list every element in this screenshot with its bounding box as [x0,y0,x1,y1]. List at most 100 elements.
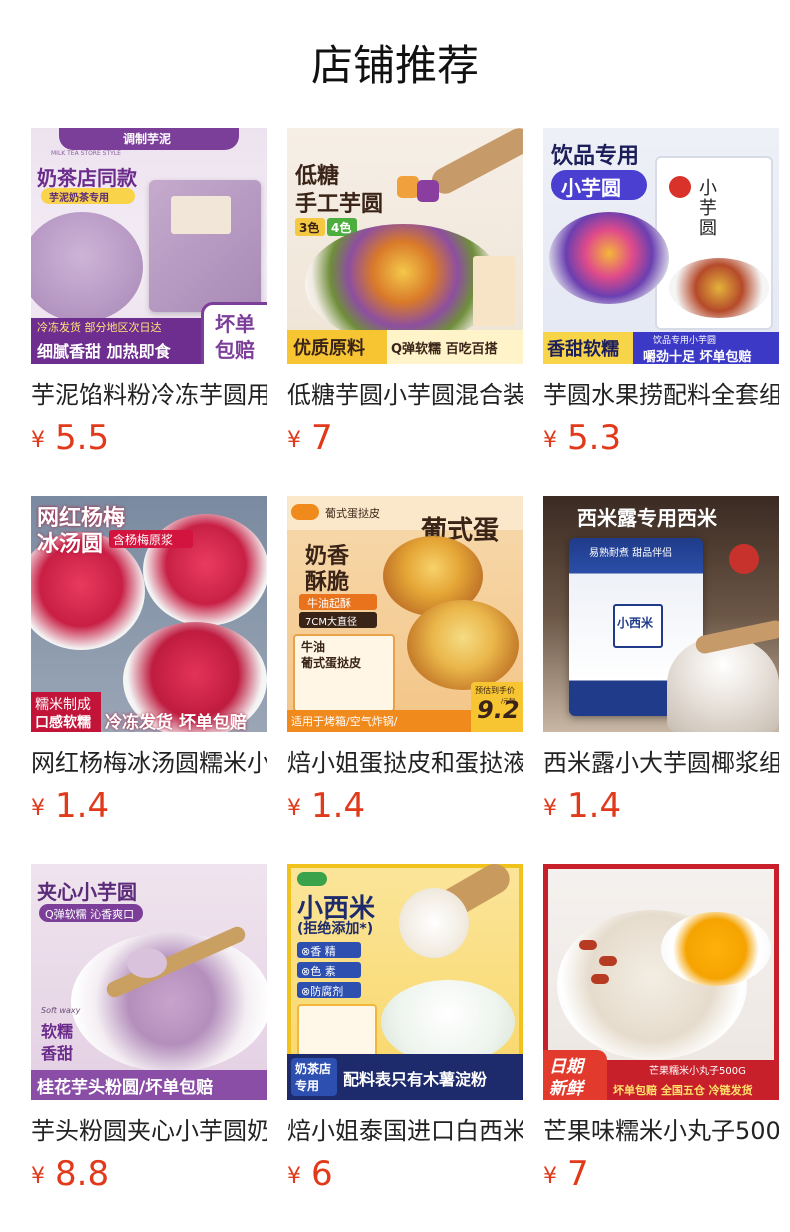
image-text: 饮品专用小芋圆 [653,336,717,346]
image-text: 7CM大直径 [305,617,357,628]
product-card[interactable]: 夹心小芋圆 Q弹软糯 沁香爽口 Soft waxy 软糯 香甜 桂花芋头粉圆/坏… [31,864,267,1196]
image-text: 葡式蛋挞皮 [301,656,362,670]
currency-symbol: ¥ [31,1164,45,1189]
image-text: MILK TEA STORE STYLE [51,150,121,157]
image-text: 芒果糯米小丸子500G [649,1066,746,1077]
image-text: Soft waxy [41,1006,81,1015]
image-text: 手工芋圆 [295,192,384,217]
image-text: 适用于烤箱/空气炸锅/ [291,715,398,728]
product-card[interactable]: 网红杨梅 冰汤圆 含杨梅原浆 糯米制成 口感软糯 冷冻发货 坏单包赔 网红杨梅冰… [31,496,267,828]
image-text: 夹心小芋圆 [37,880,137,904]
image-text: ⊗防腐剂 [301,985,344,998]
product-price: ¥6 [287,1154,333,1194]
product-price: ¥7 [287,418,333,458]
image-text: 专用 [295,1079,320,1093]
image-text: 包赔 [215,338,255,362]
product-price: ¥7 [543,1154,589,1194]
product-image[interactable]: 低糖 手工芋圆 3色 4色 优质原料 Q弹软糯 百吃百搭 [287,128,523,364]
product-image[interactable]: 西米露专用西米 易熟耐煮 甜品伴侣 小西米 [543,496,779,732]
product-card[interactable]: 日期 新鲜 芒果糯米小丸子500G 坏单包赔 全国五仓 冷链发货 芒果味糯米小丸… [543,864,779,1196]
image-text: 牛油起酥 [307,597,351,610]
product-image[interactable]: 饮品专用 小芋圆 小 芋 圆 香甜软糯 饮品专用小芋圆 嚼劲十足 坏单包赔 [543,128,779,364]
product-card[interactable]: 调制芋泥 奶茶店同款 MILK TEA STORE STYLE 芋泥奶茶专用 冷… [31,128,267,460]
product-image[interactable]: 网红杨梅 冰汤圆 含杨梅原浆 糯米制成 口感软糯 冷冻发货 坏单包赔 [31,496,267,732]
image-text: Q弹软糯 百吃百搭 [391,342,498,357]
image-text: 圆 [699,218,717,239]
currency-symbol: ¥ [31,796,45,821]
currency-symbol: ¥ [543,428,557,453]
image-text: 饮品专用 [551,144,640,169]
taro-bowl [31,212,143,322]
product-card[interactable]: 饮品专用 小芋圆 小 芋 圆 香甜软糯 饮品专用小芋圆 嚼劲十足 坏单包赔 芋圆… [543,128,779,460]
product-card[interactable]: 葡式蛋挞皮 葡式蛋 奶香 酥脆 牛油起酥 7CM大直径 牛油 葡式蛋挞皮 适用于… [287,496,523,828]
image-text: 软糯 [41,1022,74,1041]
image-text: 香甜软糯 [547,339,619,360]
image-text: 易熟耐煮 甜品伴侣 [589,548,673,559]
product-price: ¥1.4 [543,786,621,826]
image-text: 细腻香甜 加热即食 [37,342,171,361]
product-image[interactable]: 日期 新鲜 芒果糯米小丸子500G 坏单包赔 全国五仓 冷链发货 [543,864,779,1100]
image-text: 奶茶店同款 [37,166,137,190]
image-text: 新鲜 [549,1079,583,1099]
spoon [661,912,771,986]
spoon [427,128,523,199]
image-text: Q弹软糯 沁香爽口 [45,908,135,921]
product-name[interactable]: 焙小姐泰国进口白西米小 [287,1114,523,1148]
egg-tart [407,600,519,690]
currency-symbol: ¥ [287,428,301,453]
image-text: 桂花芋头粉圆/坏单包赔 [37,1078,214,1098]
sago-bowl [667,636,779,732]
product-image[interactable]: 夹心小芋圆 Q弹软糯 沁香爽口 Soft waxy 软糯 香甜 桂花芋头粉圆/坏… [31,864,267,1100]
taro-ball-bowl [305,224,501,344]
product-name[interactable]: 网红杨梅冰汤圆糯米小圆子 [31,746,267,780]
image-text: 冷冻发货 部分地区次日达 [37,321,162,334]
image-text: 糯米制成 [35,697,91,713]
price-value: 5.5 [55,418,110,458]
image-text: 葡式蛋挞皮 [325,507,380,520]
currency-symbol: ¥ [31,428,45,453]
price-value: 8.8 [55,1154,110,1194]
image-text: 调制芋泥 [123,132,172,146]
product-name[interactable]: 低糖芋圆小芋圆混合装 [287,378,523,412]
image-text: 牛油 [301,640,326,654]
product-name[interactable]: 芒果味糯米小丸子500g [543,1114,779,1148]
image-text: 嚼劲十足 坏单包赔 [643,350,752,364]
product-image[interactable]: 小西米 (拒绝添加*) ⊗香 精 ⊗色 素 ⊗防腐剂 奶茶店 专用 配料表只有木… [287,864,523,1100]
product-card[interactable]: 小西米 (拒绝添加*) ⊗香 精 ⊗色 素 ⊗防腐剂 奶茶店 专用 配料表只有木… [287,864,523,1196]
product-name[interactable]: 西米露小大芋圆椰浆组合 [543,746,779,780]
image-text: (拒绝添加*) [297,921,374,937]
image-text: /元起 [501,698,516,705]
price-value: 6 [311,1154,333,1194]
currency-symbol: ¥ [287,796,301,821]
image-text: 口感软糯 [35,715,91,731]
product-image[interactable]: 调制芋泥 奶茶店同款 MILK TEA STORE STYLE 芋泥奶茶专用 冷… [31,128,267,364]
product-card[interactable]: 低糖 手工芋圆 3色 4色 优质原料 Q弹软糯 百吃百搭 低糖芋圆小芋圆混合装 … [287,128,523,460]
image-text: 3色 [299,221,320,235]
price-value: 7 [567,1154,589,1194]
product-name[interactable]: 焙小姐蛋挞皮和蛋挞液套装 [287,746,523,780]
image-text: 香甜 [41,1044,74,1063]
product-name[interactable]: 芋泥馅料粉冷冻芋圆用料 [31,378,267,412]
taro-ball-bowl [71,932,267,1072]
price-value: 1.4 [311,786,366,826]
product-name[interactable]: 芋头粉圆夹心小芋圆奶茶 [31,1114,267,1148]
image-text: 冷冻发货 坏单包赔 [105,713,247,732]
image-text: 小西米 [617,616,654,630]
price-value: 1.4 [55,786,110,826]
product-card[interactable]: 西米露专用西米 易熟耐煮 甜品伴侣 小西米 西米露小大芋圆椰浆组合 ¥1.4 [543,496,779,828]
image-text: 酥脆 [305,570,350,595]
product-name[interactable]: 芋圆水果捞配料全套组合 [543,378,779,412]
image-text: 小芋圆 [561,176,621,200]
product-price: ¥5.5 [31,418,109,458]
image-text: 优质原料 [293,338,365,359]
image-text: 预估到手价 [475,686,515,695]
image-text: 奶茶店 [295,1062,332,1076]
image-text: 芋泥奶茶专用 [49,193,109,204]
currency-symbol: ¥ [543,796,557,821]
currency-symbol: ¥ [543,1164,557,1189]
section-title: 店铺推荐 [310,41,479,90]
product-price: ¥8.8 [31,1154,109,1194]
product-price: ¥1.4 [287,786,365,826]
product-image[interactable]: 葡式蛋挞皮 葡式蛋 奶香 酥脆 牛油起酥 7CM大直径 牛油 葡式蛋挞皮 适用于… [287,496,523,732]
image-text: 坏单包赔 全国五仓 冷链发货 [613,1084,753,1097]
